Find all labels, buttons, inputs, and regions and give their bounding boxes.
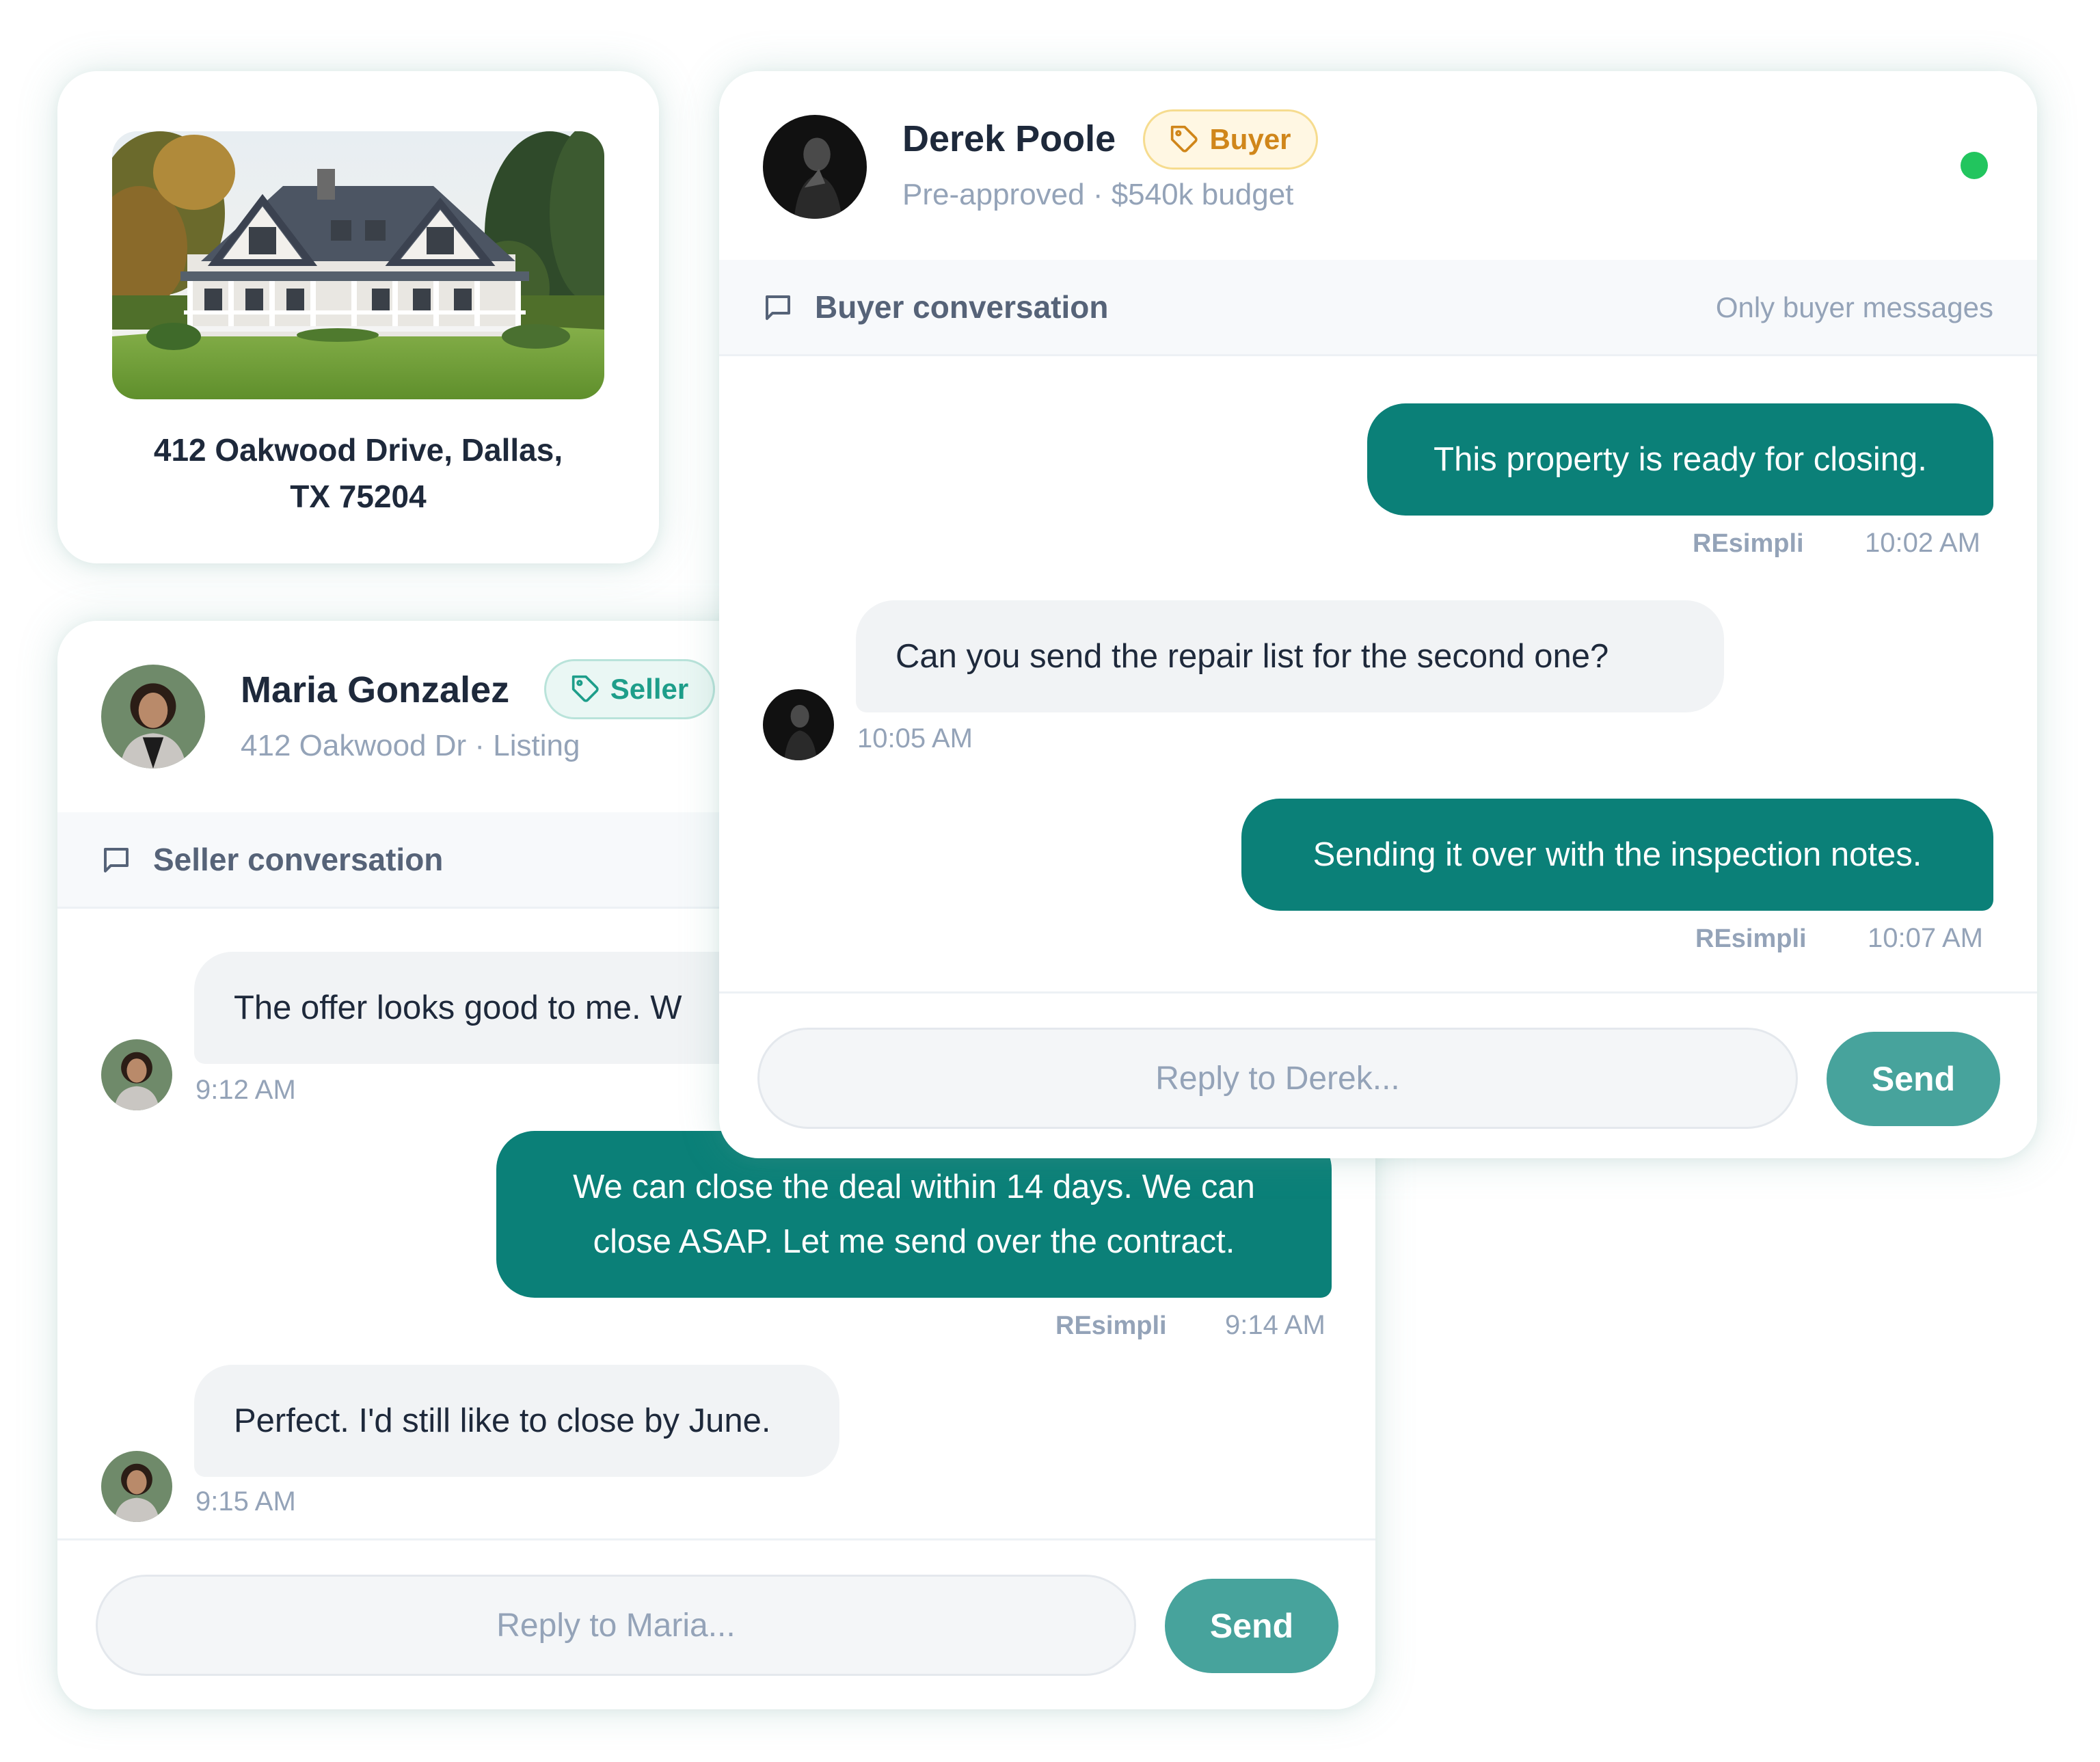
- online-status-dot: [1961, 152, 1988, 179]
- message-line-1: We can close the deal within 14 days. We…: [573, 1169, 1255, 1205]
- message-time: 9:14 AM: [1225, 1310, 1325, 1340]
- contact-name: Maria Gonzalez: [241, 669, 510, 710]
- buyer-conversation-bar: Buyer conversation Only buyer messages: [719, 260, 2037, 356]
- reply-input[interactable]: [96, 1575, 1136, 1676]
- message-time: 9:15 AM: [196, 1486, 296, 1517]
- message-time: 10:02 AM: [1865, 528, 1981, 558]
- conversation-title: Seller conversation: [153, 842, 444, 877]
- message-sender: REsimpli: [1693, 529, 1804, 558]
- message-text: This property is ready for closing.: [1433, 441, 1927, 478]
- maria-avatar-small: [101, 1451, 172, 1522]
- seller-composer: Send: [57, 1538, 1375, 1709]
- reply-input[interactable]: [757, 1028, 1798, 1129]
- address-line-1: 412 Oakwood Drive, Dallas,: [153, 432, 563, 468]
- maria-avatar: [101, 665, 205, 769]
- conversation-title: Buyer conversation: [815, 289, 1109, 325]
- maria-avatar-small: [101, 1039, 172, 1110]
- property-address: 412 Oakwood Drive, Dallas, TX 75204: [85, 427, 632, 520]
- message-text: Can you send the repair list for the sec…: [896, 638, 1609, 675]
- derek-avatar-small: [763, 689, 834, 760]
- message-text: The offer looks good to me. W: [234, 989, 682, 1026]
- message-time: 10:05 AM: [857, 723, 973, 753]
- message-bubble-outgoing: This property is ready for closing.: [1367, 403, 1993, 516]
- message-bubble-incoming: Can you send the repair list for the sec…: [856, 600, 1724, 712]
- message-line-2: close ASAP. Let me send over the contrac…: [593, 1223, 1235, 1260]
- buyer-tag-label: Buyer: [1209, 123, 1291, 155]
- house-photo: [112, 131, 604, 399]
- chat-bubble-icon: [766, 295, 790, 320]
- property-card: 412 Oakwood Drive, Dallas, TX 75204: [57, 71, 659, 563]
- send-button[interactable]: Send: [1165, 1579, 1338, 1673]
- send-button[interactable]: Send: [1827, 1032, 2000, 1126]
- seller-tag: Seller: [544, 659, 715, 719]
- message-time: 10:07 AM: [1868, 923, 1984, 953]
- contact-name: Derek Poole: [902, 118, 1116, 159]
- message-time: 9:12 AM: [196, 1075, 296, 1105]
- message-bubble-incoming: Perfect. I'd still like to close by June…: [194, 1365, 839, 1477]
- message-sender: REsimpli: [1695, 924, 1807, 953]
- address-line-2: TX 75204: [290, 479, 427, 514]
- buyer-composer: Send: [719, 991, 2037, 1158]
- contact-subtitle: Pre-approved · $540k budget: [902, 178, 1294, 211]
- buyer-tag: Buyer: [1143, 109, 1318, 170]
- conversation-note: Only buyer messages: [1715, 291, 1993, 323]
- contact-subtitle: 412 Oakwood Dr · Listing: [241, 729, 580, 762]
- message-bubble-outgoing: Sending it over with the inspection note…: [1241, 799, 1993, 911]
- message-text: Sending it over with the inspection note…: [1312, 836, 1922, 873]
- chat-bubble-icon: [104, 848, 129, 872]
- derek-avatar: [763, 115, 867, 219]
- message-sender: REsimpli: [1055, 1311, 1167, 1340]
- seller-tag-label: Seller: [610, 673, 689, 705]
- message-text: Perfect. I'd still like to close by June…: [234, 1402, 771, 1439]
- buyer-chat-card: Derek Poole Buyer Pre-approved · $540k b…: [719, 71, 2037, 1158]
- buyer-chat-header: Derek Poole Buyer Pre-approved · $540k b…: [719, 71, 2037, 262]
- tag-icon: [571, 675, 599, 702]
- tag-icon: [1171, 125, 1198, 152]
